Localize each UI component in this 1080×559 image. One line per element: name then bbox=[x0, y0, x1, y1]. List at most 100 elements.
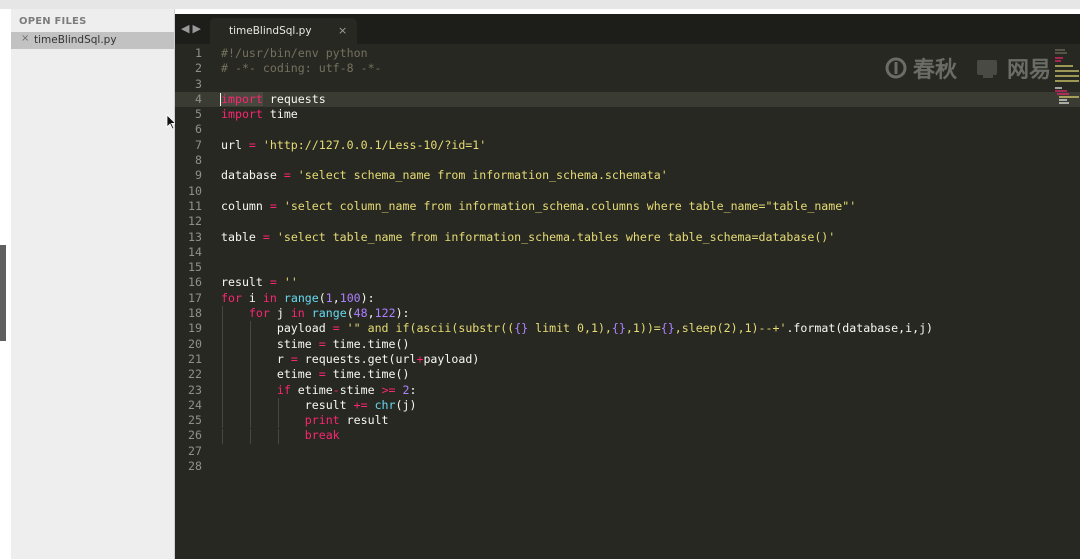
code-line[interactable]: 11 column = 'select column_name from info… bbox=[175, 199, 1080, 214]
line-number: 16 bbox=[188, 275, 202, 290]
code-area[interactable]: 1 #!/usr/bin/env python 2 # -*- coding: utf… bbox=[175, 46, 1080, 474]
line-number: 8 bbox=[195, 153, 202, 168]
indent-guide bbox=[250, 352, 251, 368]
sidebar-file-label: timeBlindSql.py bbox=[34, 34, 117, 46]
code-line[interactable]: 13 table = 'select table_name from inform… bbox=[175, 230, 1080, 245]
line-number: 19 bbox=[188, 321, 202, 336]
code-text: payload = '" and if(ascii(substr(({} lim… bbox=[221, 321, 934, 336]
code-text: table = 'select table_name from informat… bbox=[221, 229, 836, 244]
indent-guide bbox=[250, 428, 251, 444]
code-line[interactable]: 5 import time bbox=[175, 107, 1080, 122]
code-text: # -*- coding: utf-8 -*- bbox=[221, 61, 382, 76]
code-line[interactable]: 14 bbox=[175, 245, 1080, 260]
line-number: 18 bbox=[188, 306, 202, 321]
indent-guide bbox=[250, 397, 251, 414]
indent-guide bbox=[278, 413, 279, 429]
netease-logo-icon bbox=[977, 60, 998, 78]
code-text: print result bbox=[304, 413, 389, 428]
line-number: 23 bbox=[188, 382, 202, 397]
sidebar-file-item[interactable]: × timeBlindSql.py bbox=[11, 32, 174, 49]
code-text: import time bbox=[221, 107, 298, 122]
tab-timeblindsql[interactable]: timeBlindSql.py × bbox=[210, 18, 357, 44]
line-number: 25 bbox=[188, 413, 202, 428]
indent-guide bbox=[278, 397, 279, 414]
indent-guide bbox=[222, 352, 223, 368]
code-text: url = 'http://127.0.0.1/Less-10/?id=1' bbox=[221, 137, 487, 152]
code-text: for j in range(48,122): bbox=[248, 306, 410, 321]
line-number: 11 bbox=[188, 198, 202, 213]
code-line[interactable]: 24 result += chr(j) bbox=[175, 398, 1080, 413]
line-number: 3 bbox=[195, 76, 202, 91]
indent-guide bbox=[222, 321, 223, 337]
indent-guide bbox=[250, 413, 251, 429]
minimap[interactable] bbox=[1053, 46, 1080, 106]
code-line[interactable]: 26 break bbox=[175, 428, 1080, 443]
indent-guide bbox=[250, 321, 251, 337]
code-text: result = '' bbox=[221, 275, 298, 290]
line-number: 2 bbox=[195, 61, 202, 76]
watermark-netease: 网易 bbox=[975, 52, 1051, 84]
line-number: 27 bbox=[188, 443, 202, 458]
line-number: 5 bbox=[195, 107, 202, 122]
line-number: 22 bbox=[188, 367, 202, 382]
left-edge-marker bbox=[0, 245, 6, 341]
line-number: 15 bbox=[188, 260, 202, 275]
code-line[interactable]: 28 bbox=[175, 459, 1080, 474]
code-text: database = 'select schema_name from info… bbox=[221, 168, 668, 183]
code-line[interactable]: 6 bbox=[175, 122, 1080, 137]
line-number: 7 bbox=[195, 137, 202, 152]
indent-guide bbox=[222, 382, 223, 398]
code-line[interactable]: 20 stime = time.time() bbox=[175, 337, 1080, 352]
code-line[interactable]: 9 database = 'select schema_name from inf… bbox=[175, 168, 1080, 183]
code-line[interactable]: 7 url = 'http://127.0.0.1/Less-10/?id=1' bbox=[175, 138, 1080, 153]
code-text: r = requests.get(url+payload) bbox=[221, 351, 480, 366]
window-top-strip bbox=[0, 0, 1080, 9]
watermark-text-2: 网易 bbox=[1007, 58, 1052, 83]
code-text: #!/usr/bin/env python bbox=[221, 46, 368, 60]
code-line[interactable]: 19 payload = '" and if(ascii(substr(({} … bbox=[175, 321, 1080, 336]
sidebar: OPEN FILES × timeBlindSql.py bbox=[11, 9, 175, 559]
code-line[interactable]: 27 bbox=[175, 444, 1080, 459]
indent-guide bbox=[222, 413, 223, 429]
line-number: 12 bbox=[188, 214, 202, 229]
close-file-icon[interactable]: × bbox=[21, 33, 29, 44]
line-number: 17 bbox=[188, 290, 202, 305]
code-line[interactable]: 17 for i in range(1,100): bbox=[175, 291, 1080, 306]
code-editor[interactable]: ◀▶ timeBlindSql.py × 1 #!/usr/bin/env pyt… bbox=[175, 14, 1080, 559]
indent-guide bbox=[250, 382, 251, 398]
indent-guide bbox=[278, 428, 279, 444]
code-line[interactable]: 22 etime = time.time() bbox=[175, 367, 1080, 382]
code-line[interactable]: 23 if etime-stime >= 2: bbox=[175, 383, 1080, 398]
code-line[interactable]: 18 for j in range(48,122): bbox=[175, 306, 1080, 321]
line-number: 9 bbox=[195, 168, 202, 183]
code-line[interactable]: 10 bbox=[175, 184, 1080, 199]
code-line[interactable]: 16 result = '' bbox=[175, 275, 1080, 290]
open-files-header: OPEN FILES bbox=[19, 16, 87, 27]
line-number: 28 bbox=[188, 459, 202, 474]
chunqiu-logo-icon bbox=[885, 57, 907, 79]
line-number: 26 bbox=[188, 428, 202, 443]
watermark-text-1: 春秋 bbox=[913, 58, 958, 83]
line-number: 10 bbox=[188, 183, 202, 198]
watermark: 春秋 网易 bbox=[885, 52, 1051, 84]
code-line[interactable]: 15 bbox=[175, 260, 1080, 275]
line-number: 24 bbox=[188, 397, 202, 412]
code-text: column = 'select column_name from inform… bbox=[221, 198, 857, 213]
forward-arrow-icon[interactable]: ▶ bbox=[192, 22, 203, 35]
code-line[interactable]: 4 import requests bbox=[175, 91, 1080, 108]
code-line[interactable]: 12 bbox=[175, 214, 1080, 229]
code-text: for i in range(1,100): bbox=[221, 290, 375, 305]
indent-guide bbox=[222, 306, 223, 322]
indent-guide bbox=[222, 367, 223, 383]
line-number: 14 bbox=[188, 244, 202, 259]
indent-guide bbox=[250, 367, 251, 383]
code-line[interactable]: 21 r = requests.get(url+payload) bbox=[175, 352, 1080, 367]
nav-arrows: ◀▶ bbox=[181, 22, 204, 35]
back-arrow-icon[interactable]: ◀ bbox=[181, 22, 192, 35]
code-line[interactable]: 25 print result bbox=[175, 413, 1080, 428]
code-line[interactable]: 8 bbox=[175, 153, 1080, 168]
line-number: 21 bbox=[188, 351, 202, 366]
tab-close-icon[interactable]: × bbox=[338, 24, 347, 37]
code-text: import requests bbox=[221, 91, 326, 106]
tab-title: timeBlindSql.py bbox=[229, 25, 312, 37]
